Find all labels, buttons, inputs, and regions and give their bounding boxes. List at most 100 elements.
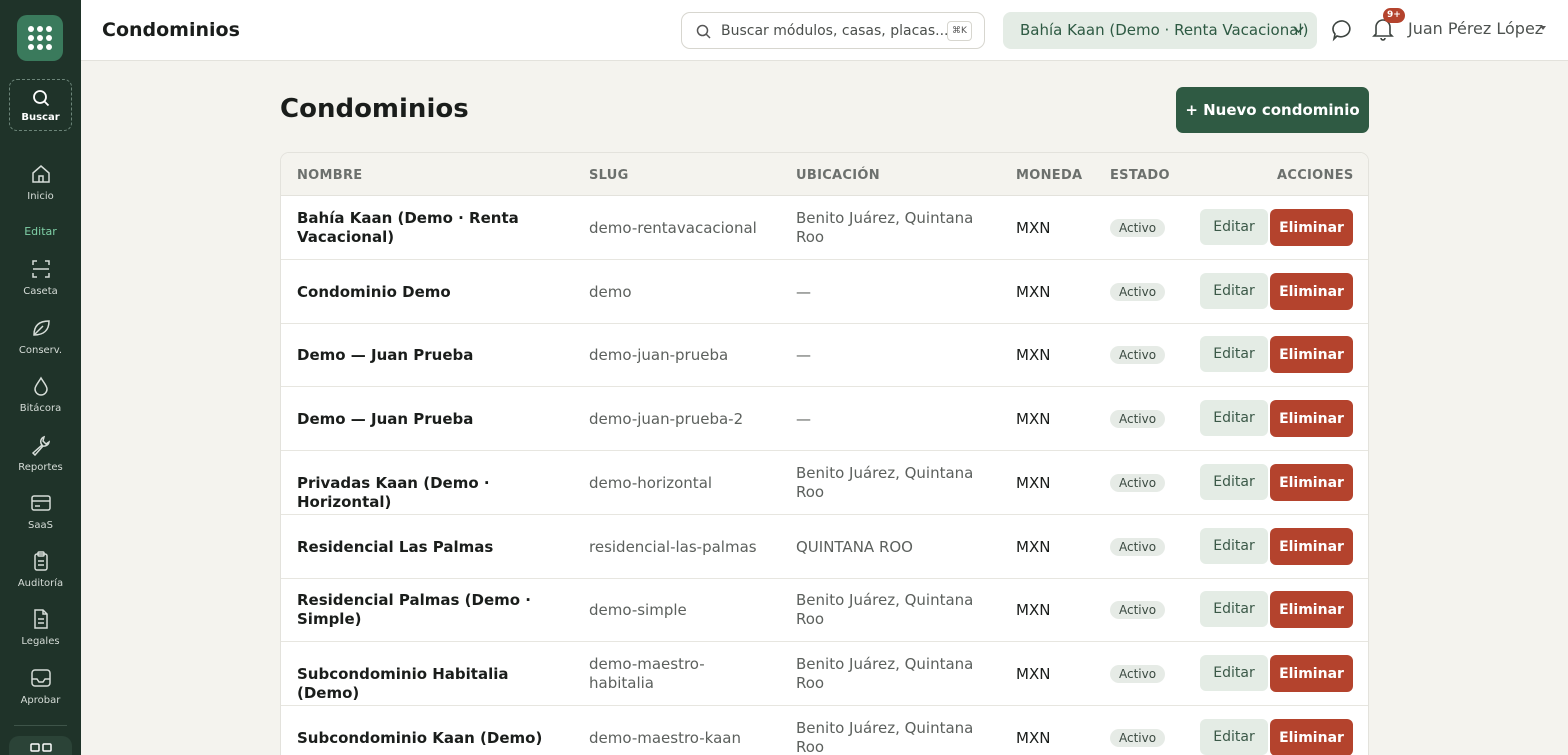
edit-button[interactable]: Editar [1200,336,1268,372]
row-location: — [796,346,811,364]
apps-grid-icon[interactable] [17,15,63,61]
sidebar-divider [14,725,67,726]
chevron-down-icon [1293,26,1304,34]
home-icon [31,165,50,183]
layout-icon [29,743,52,752]
table-row: Demo — Juan Prueba demo-juan-prueba — MX… [281,323,1368,387]
row-currency: MXN [1016,665,1051,683]
row-currency: MXN [1016,410,1051,428]
sidebar-item-bitacora[interactable]: Bitácora [0,375,81,414]
edit-button[interactable]: Editar [1200,400,1268,436]
delete-button[interactable]: Eliminar [1270,591,1353,628]
row-slug: demo [589,283,632,301]
delete-button[interactable]: Eliminar [1270,655,1353,692]
user-menu[interactable]: Juan Pérez López [1408,19,1543,38]
sidebar-item-aprobar[interactable]: Aprobar [0,667,81,706]
search-icon [32,90,49,107]
sidebar-item-auditoria[interactable]: Auditoría [0,550,81,589]
table-header: NOMBRE SLUG UBICACIÓN MONEDA ESTADO ACCI… [281,153,1368,196]
condominiums-table: NOMBRE SLUG UBICACIÓN MONEDA ESTADO ACCI… [280,152,1369,755]
table-row: Subcondominio Habitalia (Demo) demo-maes… [281,642,1368,706]
edit-button[interactable]: Editar [1200,528,1268,564]
edit-button[interactable]: Editar [1200,655,1268,691]
edit-button[interactable]: Editar [1200,209,1268,245]
sidebar-search-label: Buscar [21,112,60,123]
table-row: Bahía Kaan (Demo · Renta Vacacional) dem… [281,196,1368,260]
sidebar-item-label: Conserv. [18,345,63,356]
delete-button[interactable]: Eliminar [1270,719,1353,755]
row-currency: MXN [1016,219,1051,237]
edit-button[interactable]: Editar [1200,719,1268,755]
table-row: Residencial Las Palmas residencial-las-p… [281,515,1368,579]
delete-button[interactable]: Eliminar [1270,528,1353,565]
new-condominium-button[interactable]: + Nuevo condominio [1176,87,1369,133]
status-badge: Activo [1110,474,1166,492]
column-header-acciones: ACCIONES [1277,168,1354,183]
sidebar-section-editar: Editar [24,225,57,238]
caret-down-icon[interactable] [1540,26,1546,30]
sidebar-item-saas[interactable]: SaaS [0,492,81,531]
row-name: Demo — Juan Prueba [297,346,474,364]
row-name: Residencial Las Palmas [297,538,494,556]
sidebar-item-label: Inicio [27,191,54,202]
row-name: Condominio Demo [297,283,451,301]
global-search-input[interactable]: Buscar módulos, casas, placas... ⌘K [681,12,985,49]
row-name: Subcondominio Habitalia (Demo) [297,665,509,702]
sidebar-item-label: Bitácora [19,403,62,414]
table-row: Subcondominio Kaan (Demo) demo-maestro-k… [281,706,1368,755]
delete-button[interactable]: Eliminar [1270,336,1353,373]
edit-button[interactable]: Editar [1200,464,1268,500]
row-slug: demo-simple [589,601,687,619]
row-slug: demo-rentavacacional [589,219,757,237]
delete-button[interactable]: Eliminar [1270,273,1353,310]
drop-icon [33,376,48,396]
row-slug: demo-juan-prueba-2 [589,410,744,428]
clipboard-icon [33,551,48,571]
column-header-moneda: MONEDA [1016,168,1083,183]
condo-selector[interactable]: Bahía Kaan (Demo · Renta Vacacional) [1003,12,1317,49]
row-slug: residencial-las-palmas [589,538,757,556]
sidebar-item-conserv[interactable]: Conserv. [0,317,81,356]
header-title: Condominios [102,19,240,41]
condo-selector-value: Bahía Kaan (Demo · Renta Vacacional) [1020,21,1309,39]
row-name: Subcondominio Kaan (Demo) [297,729,543,747]
row-currency: MXN [1016,538,1051,556]
edit-button[interactable]: Editar [1200,273,1268,309]
status-badge: Activo [1110,665,1166,683]
chat-icon[interactable] [1331,18,1355,42]
delete-button[interactable]: Eliminar [1270,464,1353,501]
sidebar-item-label: Auditoría [17,578,64,589]
row-currency: MXN [1016,346,1051,364]
page-title: Condominios [280,94,469,124]
row-location: — [796,283,811,301]
notification-badge: 9+ [1383,8,1405,23]
search-icon [696,24,711,39]
top-bar: Condominios Buscar módulos, casas, placa… [81,0,1568,61]
delete-button[interactable]: Eliminar [1270,400,1353,437]
column-header-slug: SLUG [589,168,629,183]
leaf-icon [32,320,50,336]
column-header-estado: ESTADO [1110,168,1170,183]
delete-button[interactable]: Eliminar [1270,209,1353,246]
sidebar-item-legales[interactable]: Legales [0,608,81,647]
status-badge: Activo [1110,729,1166,747]
row-location: — [796,410,811,428]
sidebar-expand-button[interactable] [9,736,72,755]
row-slug: demo-horizontal [589,474,713,492]
status-badge: Activo [1110,538,1166,556]
table-row: Condominio Demo demo — MXN Activo Editar… [281,260,1368,324]
row-currency: MXN [1016,601,1051,619]
sidebar-item-label: Caseta [23,286,58,297]
sidebar-item-caseta[interactable]: Caseta [0,258,81,297]
row-location: Benito Juárez, Quintana Roo [796,464,974,501]
status-badge: Activo [1110,410,1166,428]
wrench-icon [31,435,50,456]
edit-button[interactable]: Editar [1200,591,1268,627]
card-icon [30,495,51,511]
sidebar-item-reportes[interactable]: Reportes [0,434,81,473]
search-shortcut-badge: ⌘K [947,21,972,41]
sidebar-item-inicio[interactable]: Inicio [0,163,81,202]
row-location: Benito Juárez, Quintana Roo [796,209,974,246]
sidebar-search-button[interactable]: Buscar [9,79,72,131]
sidebar-item-label: Legales [21,636,60,647]
